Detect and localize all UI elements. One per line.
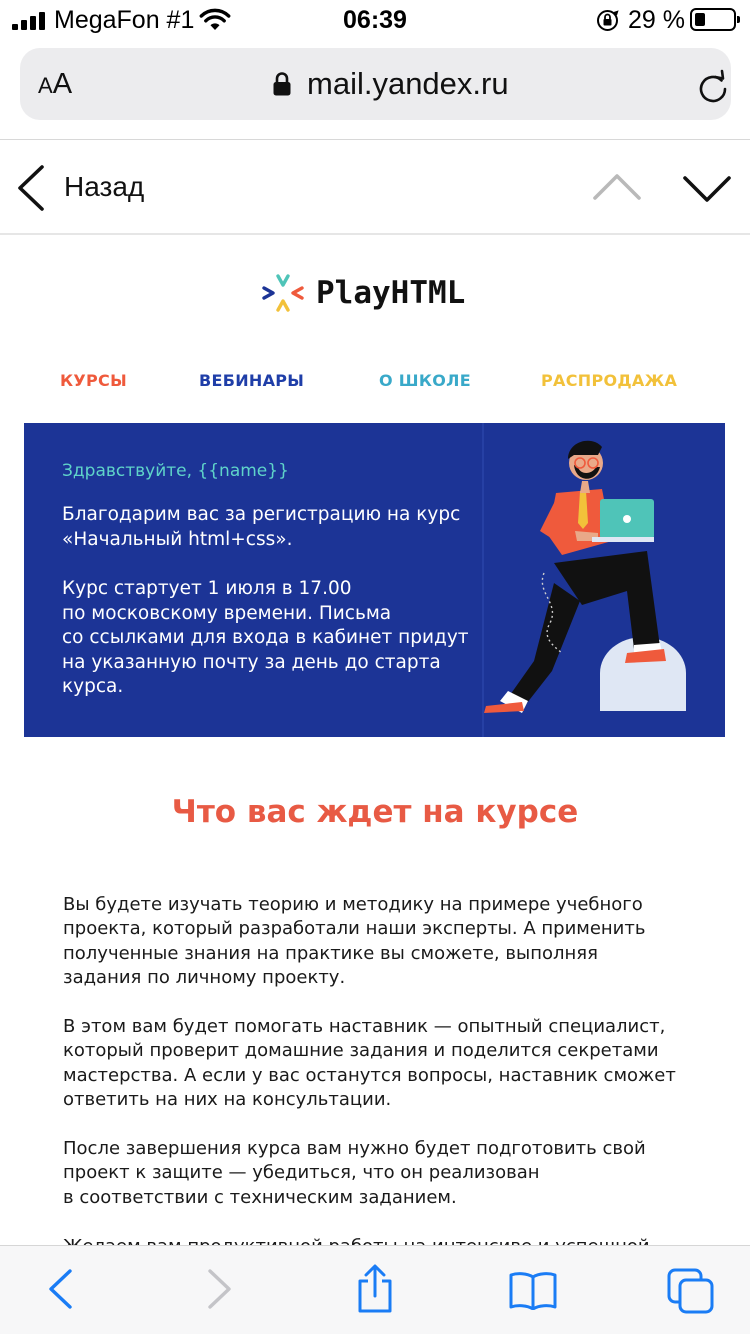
section-title: Что вас ждет на курсе xyxy=(171,794,579,830)
chevron-left-icon[interactable] xyxy=(46,1268,74,1310)
lock-icon xyxy=(273,72,291,96)
email-body: PlayHTML КУРСЫ ВЕБИНАРЫ О ШКОЛЕ РАСПРОДА… xyxy=(0,237,750,1245)
mail-navigation-bar: Назад xyxy=(0,141,750,235)
paragraph: Вы будете изучать теорию и методику на п… xyxy=(63,893,703,991)
paragraph: В этом вам будет помогать наставник — оп… xyxy=(63,1015,703,1113)
hero-line: на указанную почту за день до старта xyxy=(62,651,441,673)
battery-percent: 29 % xyxy=(628,6,685,34)
browser-toolbar xyxy=(0,1245,750,1334)
text-line: в соответствии с техническим заданием. xyxy=(63,1186,457,1208)
brand-name: PlayHTML xyxy=(316,275,466,311)
url-text[interactable]: mail.yandex.ru xyxy=(307,66,509,102)
hero-text: Здравствуйте, {{name}} Благодарим вас за… xyxy=(62,459,482,700)
wifi-icon xyxy=(199,8,231,30)
text-line: который проверит домашние задания и поде… xyxy=(63,1040,659,1062)
hero-paragraph-start: Курс стартует 1 июля в 17.00 по московск… xyxy=(62,577,482,700)
status-bar: MegaFon #1 06:39 29 % xyxy=(0,0,750,42)
text-size-label-big: A xyxy=(52,68,73,100)
text-line: мастерства. А если у вас останутся вопро… xyxy=(63,1064,676,1086)
text-line: Вы будете изучать теорию и методику на п… xyxy=(63,894,643,915)
nav-link-about[interactable]: О ШКОЛЕ xyxy=(379,371,471,390)
text-line: проект к защите — убедиться, что он реал… xyxy=(63,1162,540,1184)
hero-line: со ссылками для входа в кабинет придут xyxy=(62,627,469,648)
text-line: В этом вам будет помогать наставник — оп… xyxy=(63,1016,666,1038)
text-line: ответить на них на консультации. xyxy=(63,1089,392,1111)
text-size-button[interactable]: AA xyxy=(38,68,72,101)
email-navigation: КУРСЫ ВЕБИНАРЫ О ШКОЛЕ РАСПРОДАЖА xyxy=(0,371,750,395)
paragraph: Желаем вам продуктивной работы на интенс… xyxy=(63,1235,703,1245)
brand[interactable]: PlayHTML xyxy=(262,273,465,313)
hero-line: курса. xyxy=(62,676,124,697)
reload-icon[interactable] xyxy=(697,69,729,103)
chevron-up-icon[interactable] xyxy=(592,171,642,201)
playhtml-logo-icon xyxy=(262,274,304,312)
orientation-lock-icon xyxy=(597,10,619,31)
nav-link-webinars[interactable]: ВЕБИНАРЫ xyxy=(199,371,304,390)
text-line: проекта, который разработали наши экспер… xyxy=(63,918,646,940)
battery-icon xyxy=(690,8,740,31)
back-button[interactable]: Назад xyxy=(64,171,144,203)
hero-line: «Начальный html+css». xyxy=(62,528,293,550)
text-line: После завершения курса вам нужно будет п… xyxy=(63,1138,646,1160)
address-bar[interactable]: AA mail.yandex.ru xyxy=(20,48,731,120)
text-line: задания по личному проекту. xyxy=(63,967,346,989)
browser-address-area: AA mail.yandex.ru xyxy=(0,42,750,140)
tabs-icon[interactable] xyxy=(667,1268,715,1314)
nav-link-courses[interactable]: КУРСЫ xyxy=(60,371,127,390)
book-icon[interactable] xyxy=(508,1270,558,1310)
chevron-down-icon[interactable] xyxy=(682,175,732,205)
hero-line: по московскому времени. Письма xyxy=(62,602,392,624)
share-icon[interactable] xyxy=(355,1264,395,1314)
hero-banner: Здравствуйте, {{name}} Благодарим вас за… xyxy=(24,423,725,737)
hero-paragraph-registration: Благодарим вас за регистрацию на курс «Н… xyxy=(62,503,482,552)
nav-link-sale[interactable]: РАСПРОДАЖА xyxy=(541,371,677,390)
course-description: Вы будете изучать теорию и методику на п… xyxy=(63,893,703,1245)
text-line: Желаем вам продуктивной работы на интенс… xyxy=(63,1236,650,1245)
hero-greeting: Здравствуйте, {{name}} xyxy=(62,461,289,481)
carrier-name: MegaFon #1 xyxy=(54,6,195,34)
hero-line: Благодарим вас за регистрацию на курс xyxy=(62,504,461,525)
text-line: полученные знания на практике вы сможете… xyxy=(63,942,598,964)
text-size-label-small: A xyxy=(38,73,53,98)
chevron-left-icon[interactable] xyxy=(14,163,46,213)
chevron-right-icon[interactable] xyxy=(206,1268,234,1310)
hero-line: Курс стартует 1 июля в 17.00 xyxy=(62,578,352,599)
hero-illustration xyxy=(482,423,725,737)
cellular-signal-icon xyxy=(12,12,45,30)
paragraph: После завершения курса вам нужно будет п… xyxy=(63,1137,703,1210)
